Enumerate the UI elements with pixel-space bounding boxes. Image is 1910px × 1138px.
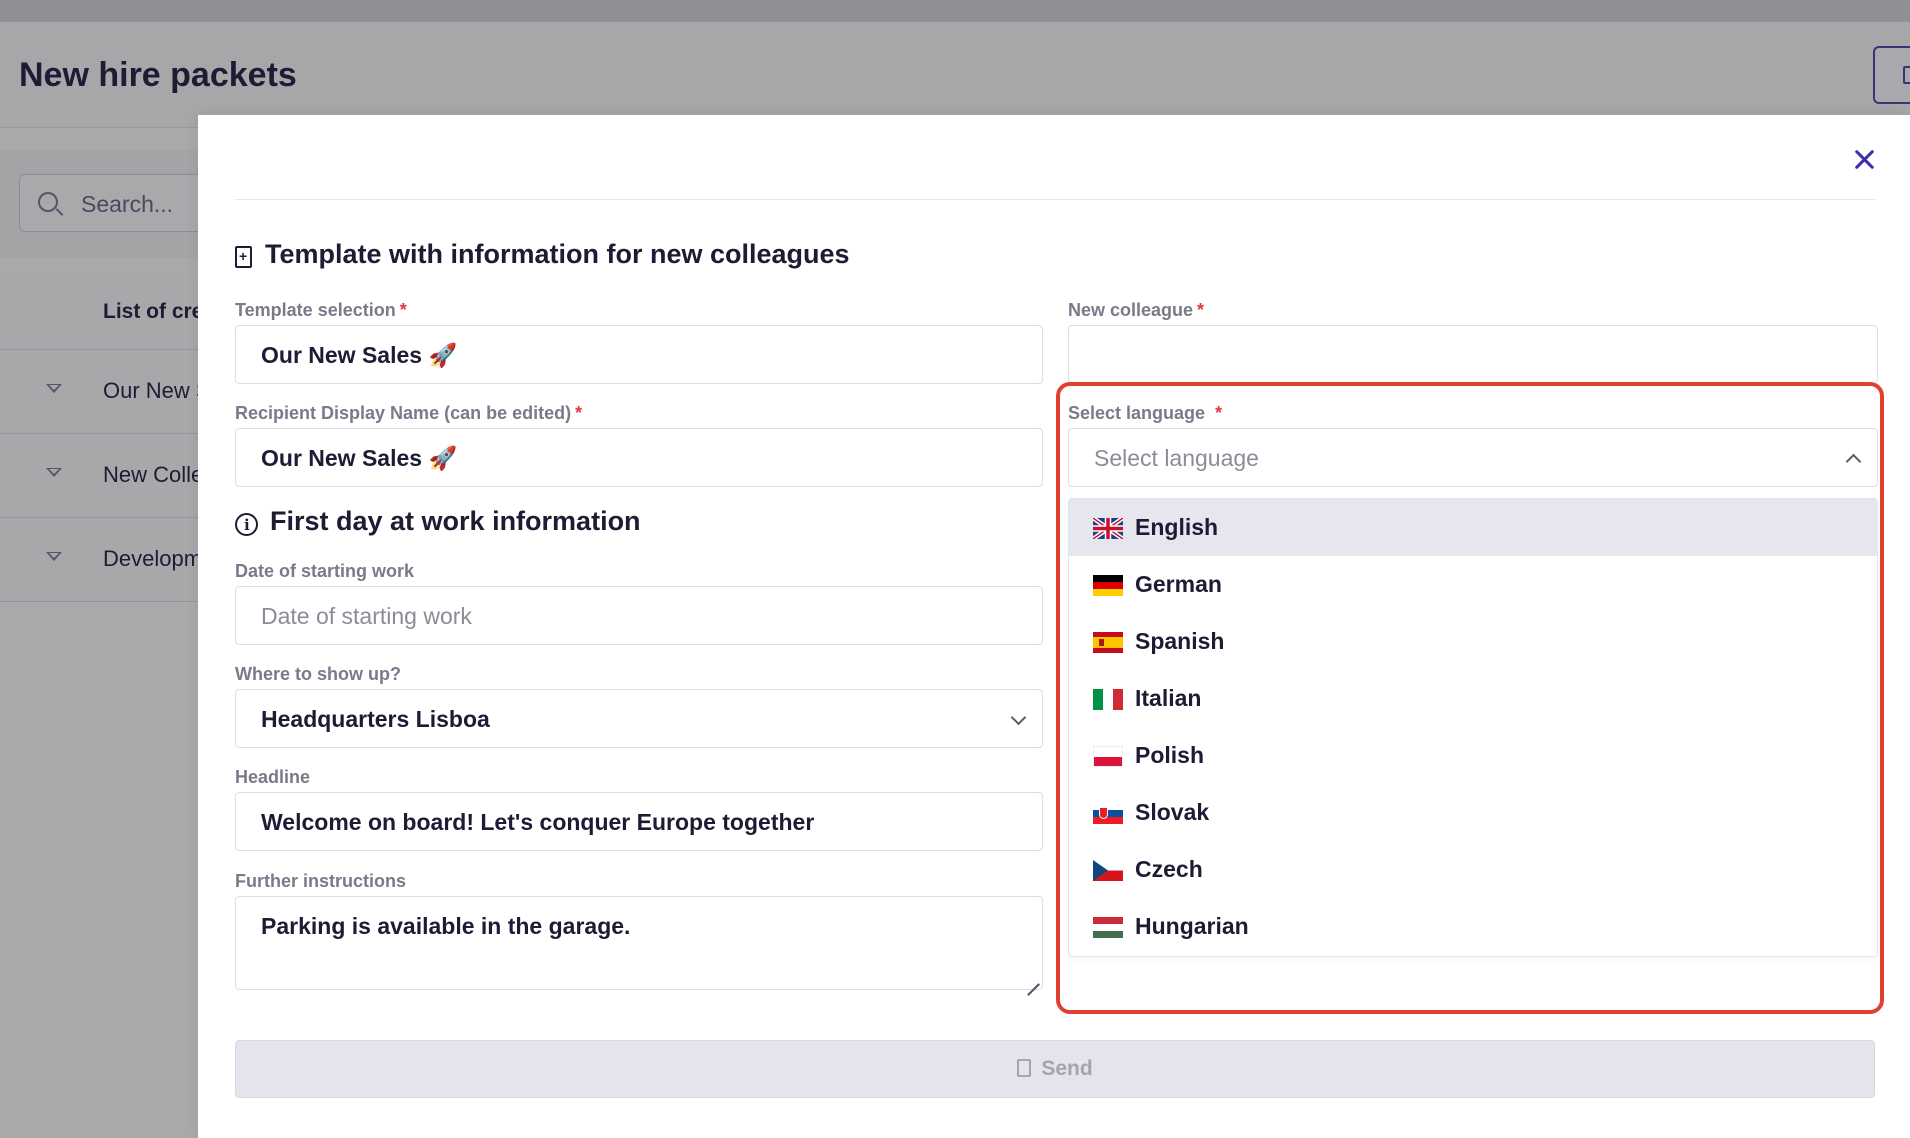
select-language-field[interactable]: Select language <box>1068 428 1878 487</box>
spain-flag-icon <box>1093 632 1123 653</box>
instructions-label: Further instructions <box>235 871 407 891</box>
page-title: New hire packets <box>19 56 297 94</box>
document-icon <box>1017 1059 1032 1077</box>
germany-flag-icon <box>1093 575 1123 596</box>
headline-field[interactable]: Welcome on board! Let's conquer Europe t… <box>235 792 1043 851</box>
headline-label: Headline <box>235 767 311 787</box>
language-option-polish[interactable]: Polish <box>1069 727 1877 784</box>
start-date-label: Date of starting work <box>235 561 415 581</box>
expand-caret-icon[interactable] <box>46 384 62 393</box>
new-hire-packet-modal: Template with information for new collea… <box>198 115 1910 1138</box>
new-colleague-label: New colleague * <box>1068 300 1205 320</box>
language-option-german[interactable]: German <box>1069 556 1877 613</box>
language-dropdown-list: English German Spanish Italian Polish Sl… <box>1068 498 1878 957</box>
hungary-flag-icon <box>1093 917 1123 938</box>
template-section-title: Template with information for new collea… <box>265 239 850 269</box>
language-option-italian[interactable]: Italian <box>1069 670 1877 727</box>
instructions-value: Parking is available in the garage. <box>261 913 631 939</box>
row-title: New Colle <box>103 462 204 487</box>
language-option-spanish[interactable]: Spanish <box>1069 613 1877 670</box>
new-colleague-field[interactable] <box>1068 325 1878 384</box>
document-icon <box>235 246 252 268</box>
instructions-textarea[interactable]: Parking is available in the garage. <box>235 896 1043 990</box>
first-day-section-title: First day at work information <box>270 506 641 536</box>
resize-handle-icon[interactable] <box>1027 974 1039 986</box>
search-icon <box>38 192 58 212</box>
close-icon[interactable] <box>1851 146 1879 174</box>
expand-caret-icon[interactable] <box>46 552 62 561</box>
document-icon <box>1903 66 1910 84</box>
app-top-bar <box>0 0 1910 22</box>
row-title: Our New S <box>103 378 211 403</box>
language-name: Slovak <box>1135 799 1210 825</box>
recipient-name-field[interactable]: Our New Sales 🚀 <box>235 428 1043 487</box>
language-name: Polish <box>1135 742 1205 768</box>
info-icon <box>235 513 258 536</box>
send-label: Send <box>1041 1057 1093 1080</box>
language-name: Hungarian <box>1135 913 1249 939</box>
language-option-czech[interactable]: Czech <box>1069 841 1877 898</box>
start-date-field[interactable]: Date of starting work <box>235 586 1043 645</box>
language-option-hungarian[interactable]: Hungarian <box>1069 898 1877 955</box>
template-selection-field[interactable]: Our New Sales 🚀 <box>235 325 1043 384</box>
template-selection-label: Template selection * <box>235 300 407 320</box>
location-select[interactable]: Headquarters Lisboa <box>235 689 1043 748</box>
row-title: Developm <box>103 546 203 571</box>
italy-flag-icon <box>1093 689 1123 710</box>
search-input[interactable]: Search... <box>19 174 209 232</box>
recipient-name-label: Recipient Display Name (can be edited) * <box>235 403 583 423</box>
language-option-slovak[interactable]: Slovak <box>1069 784 1877 841</box>
slovakia-flag-icon <box>1093 803 1123 824</box>
expand-caret-icon[interactable] <box>46 468 62 477</box>
location-value: Headquarters Lisboa <box>261 706 490 732</box>
template-selection-value: Our New Sales 🚀 <box>261 342 458 368</box>
chevron-up-icon[interactable] <box>1845 453 1862 470</box>
create-packet-button[interactable] <box>1873 46 1910 104</box>
start-date-placeholder: Date of starting work <box>261 603 472 629</box>
uk-flag-icon <box>1093 518 1123 539</box>
poland-flag-icon <box>1093 746 1123 767</box>
czech-flag-icon <box>1093 860 1123 881</box>
recipient-name-value: Our New Sales 🚀 <box>261 445 458 471</box>
language-name: English <box>1135 514 1219 540</box>
select-language-placeholder: Select language <box>1094 445 1259 471</box>
language-name: Spanish <box>1135 628 1225 654</box>
chevron-down-icon[interactable] <box>1010 709 1027 726</box>
location-label: Where to show up? <box>235 664 401 684</box>
language-name: Italian <box>1135 685 1202 711</box>
select-language-label: Select language * <box>1068 403 1223 423</box>
headline-value: Welcome on board! Let's conquer Europe t… <box>261 809 815 835</box>
language-name: Czech <box>1135 856 1203 882</box>
language-option-english[interactable]: English <box>1069 499 1877 556</box>
modal-divider <box>235 199 1875 200</box>
send-button[interactable]: Send <box>235 1040 1875 1098</box>
language-name: German <box>1135 571 1222 597</box>
search-placeholder: Search... <box>81 191 174 217</box>
